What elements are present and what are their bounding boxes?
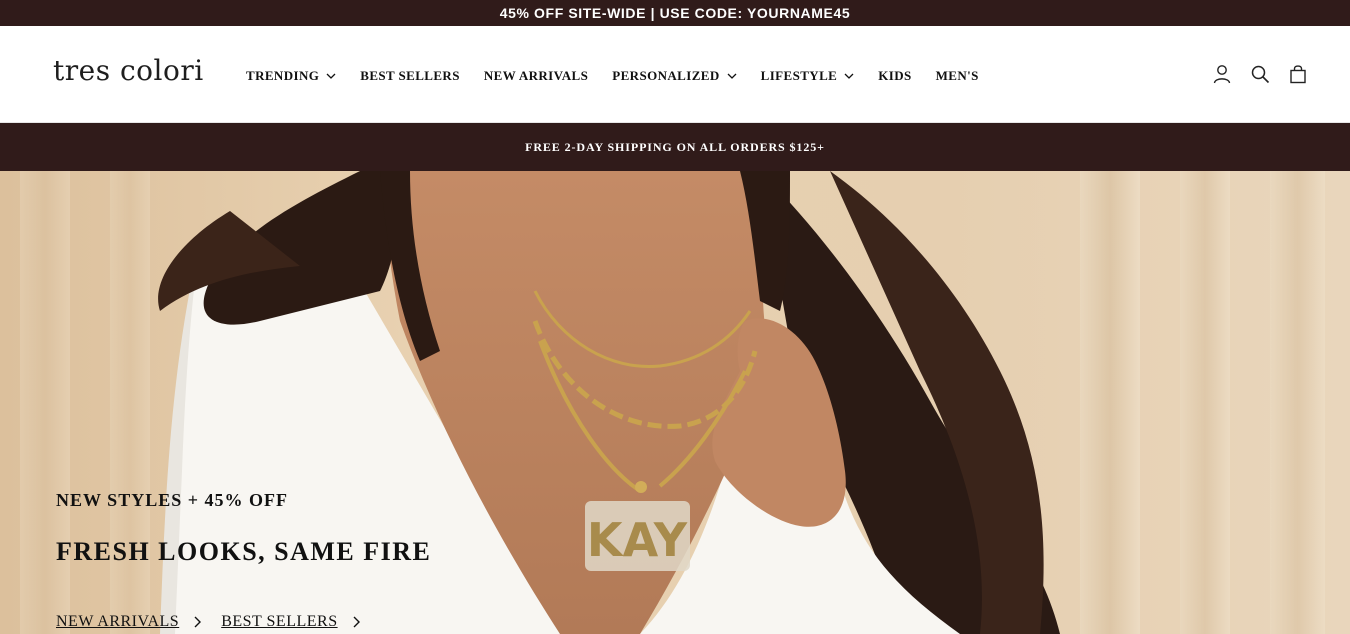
nav-item-mens[interactable]: MEN'S [936, 68, 979, 84]
site-logo[interactable]: tres colori [53, 54, 204, 87]
hero-title: FRESH LOOKS, SAME FIRE [56, 537, 432, 566]
promo-bar: 45% OFF SITE-WIDE | USE CODE: YOURNAME45 [0, 0, 1350, 26]
hero-eyebrow: NEW STYLES + 45% OFF [56, 490, 288, 510]
header-icons [1196, 62, 1310, 86]
hero-link-label: BEST SELLERS [221, 613, 338, 630]
nav-label: MEN'S [935, 68, 979, 83]
chevron-down-icon [844, 72, 854, 80]
chevron-right-icon [193, 616, 202, 628]
promo-text: 45% OFF SITE-WIDE | USE CODE: YOURNAME45 [499, 5, 851, 21]
shipping-text: FREE 2-DAY SHIPPING ON ALL ORDERS $125+ [525, 139, 825, 154]
account-icon[interactable] [1210, 62, 1234, 86]
nav-label: TRENDING [246, 68, 320, 83]
nav-item-lifestyle[interactable]: LIFESTYLE [761, 68, 855, 84]
nav-item-personalized[interactable]: PERSONALIZED [612, 68, 737, 84]
site-header: tres colori TRENDING BEST SELLERS NEW AR… [0, 26, 1350, 123]
chevron-right-icon [352, 616, 360, 628]
chevron-down-icon [326, 72, 336, 80]
nav-label: NEW ARRIVALS [483, 68, 589, 83]
hero-link-new-arrivals[interactable]: NEW ARRIVALS [56, 613, 221, 631]
pendant-text: KAY [587, 513, 688, 567]
nav-item-trending[interactable]: TRENDING [246, 68, 336, 84]
main-nav: TRENDING BEST SELLERS NEW ARRIVALS PERSO… [246, 68, 1003, 84]
nav-label: LIFESTYLE [760, 68, 838, 83]
nav-label: KIDS [878, 68, 912, 83]
hero-links: NEW ARRIVALS BEST SELLERS [56, 613, 380, 631]
nav-item-kids[interactable]: KIDS [878, 68, 911, 84]
chevron-down-icon [727, 72, 737, 80]
hero-banner: KAY NEW STYLES + 45% OFF FRESH LOOKS, SA… [0, 171, 1350, 634]
shipping-bar: FREE 2-DAY SHIPPING ON ALL ORDERS $125+ [0, 123, 1350, 171]
nav-label: PERSONALIZED [612, 68, 720, 83]
hero-link-label: NEW ARRIVALS [56, 613, 180, 630]
cart-icon[interactable] [1286, 62, 1310, 86]
hero-link-best-sellers[interactable]: BEST SELLERS [221, 613, 379, 631]
nav-item-new-arrivals[interactable]: NEW ARRIVALS [484, 68, 588, 84]
nav-item-best-sellers[interactable]: BEST SELLERS [360, 68, 460, 84]
nav-label: BEST SELLERS [360, 68, 460, 83]
search-icon[interactable] [1248, 62, 1272, 86]
